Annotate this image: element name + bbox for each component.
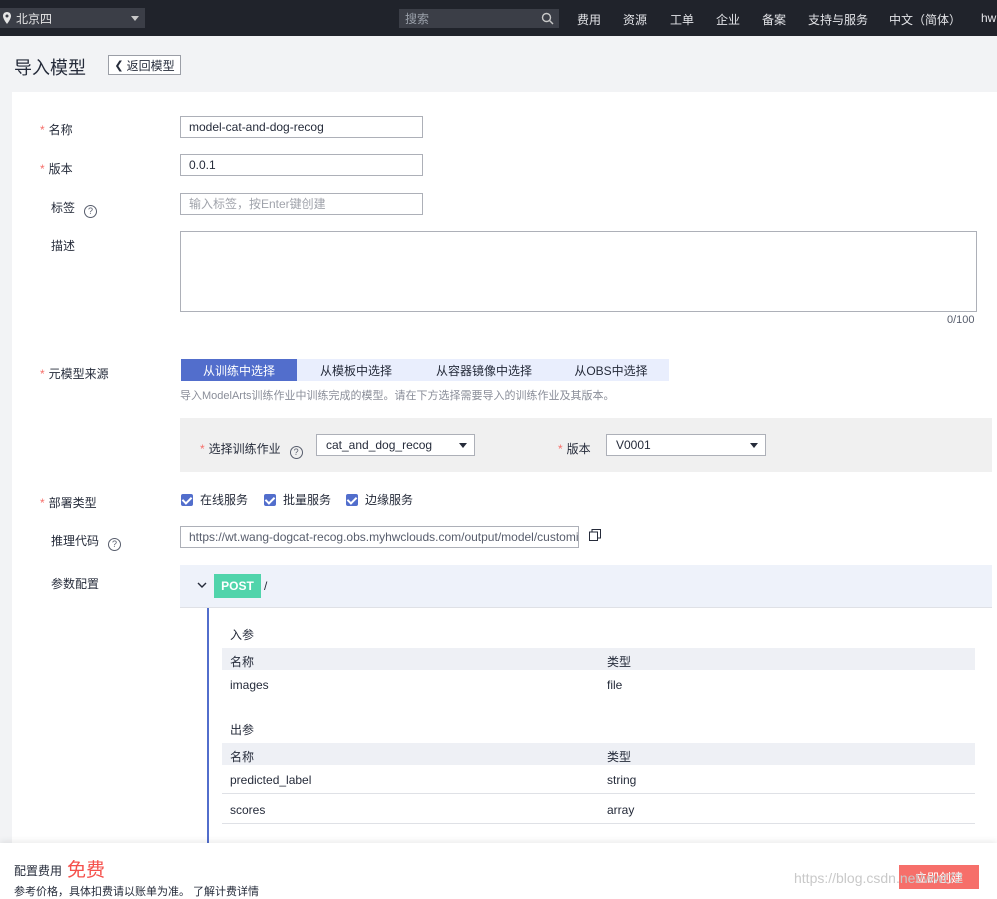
page-title: 导入模型 xyxy=(14,58,86,78)
fee-value: 免费 xyxy=(67,860,106,881)
description-textarea[interactable] xyxy=(180,231,977,312)
column-name-header: 名称 xyxy=(230,750,255,764)
checkbox-online-service[interactable]: 在线服务 xyxy=(181,491,248,508)
search-icon[interactable] xyxy=(541,12,554,25)
chevron-down-icon xyxy=(131,16,139,21)
api-accent-line xyxy=(207,608,209,844)
training-job-label: * 选择训练作业? xyxy=(200,440,303,459)
description-counter: 0/100 xyxy=(947,314,975,326)
search-placeholder: 搜索 xyxy=(405,12,430,26)
param-name: images xyxy=(230,678,269,692)
region-selector[interactable]: 北京四 xyxy=(0,8,145,28)
tab-from-obs[interactable]: 从OBS中选择 xyxy=(553,359,669,381)
checkbox-checked-icon xyxy=(181,493,193,506)
nav-billing[interactable]: 费用 xyxy=(577,11,601,28)
table-row: images file xyxy=(222,670,975,699)
watermark: https://blog.csdn.net/wwt72 xyxy=(794,870,963,886)
nav-enterprise[interactable]: 企业 xyxy=(716,11,740,28)
back-button-label: 返回模型 xyxy=(126,58,175,73)
column-name-header: 名称 xyxy=(230,655,255,669)
tags-input[interactable]: 输入标签，按Enter键创建 xyxy=(180,193,423,215)
tab-from-template[interactable]: 从模板中选择 xyxy=(297,359,415,381)
param-name: scores xyxy=(230,803,266,817)
checkbox-checked-icon xyxy=(264,493,276,506)
tab-from-training[interactable]: 从训练中选择 xyxy=(181,359,297,381)
caret-down-icon xyxy=(750,443,758,448)
deploy-type-label: * 部署类型 xyxy=(40,496,97,510)
tab-from-container-image[interactable]: 从容器镜像中选择 xyxy=(415,359,553,381)
tags-label: 标签? xyxy=(51,199,98,218)
training-job-select[interactable]: cat_and_dog_recog xyxy=(316,434,475,456)
training-job-value: cat_and_dog_recog xyxy=(326,438,433,452)
column-type-header: 类型 xyxy=(607,655,632,669)
checkbox-batch-service[interactable]: 批量服务 xyxy=(264,491,331,508)
param-name: predicted_label xyxy=(230,773,312,787)
search-input[interactable]: 搜索 xyxy=(399,9,559,28)
param-type: file xyxy=(607,678,623,692)
version-label: * 版本 xyxy=(40,162,73,176)
caret-down-icon xyxy=(459,443,467,448)
table-row: scores array xyxy=(222,795,975,824)
help-icon[interactable]: ? xyxy=(84,205,98,218)
help-icon[interactable]: ? xyxy=(108,538,122,551)
help-icon[interactable]: ? xyxy=(289,446,303,459)
region-label: 北京四 xyxy=(16,11,53,26)
table-row: predicted_label string xyxy=(222,765,975,794)
copy-icon[interactable] xyxy=(589,529,601,541)
name-label: * 名称 xyxy=(40,123,73,137)
version-input[interactable]: 0.0.1 xyxy=(180,154,423,176)
inference-code-input[interactable]: https://wt.wang-dogcat-recog.obs.myhwclo… xyxy=(180,526,579,548)
fee-note: 参考价格，具体扣费请以账单为准。 了解计费详情 xyxy=(14,886,260,898)
fee-label: 配置费用 xyxy=(14,864,63,878)
job-version-select[interactable]: V0001 xyxy=(606,434,766,456)
param-type: string xyxy=(607,773,637,787)
location-pin-icon xyxy=(3,12,11,24)
params-label: 参数配置 xyxy=(51,577,100,591)
column-type-header: 类型 xyxy=(607,750,632,764)
nav-filing[interactable]: 备案 xyxy=(762,11,786,28)
output-params-title: 出参 xyxy=(230,723,255,737)
param-type: array xyxy=(607,803,635,817)
nav-language[interactable]: 中文（简体） xyxy=(889,11,961,28)
back-to-models-button[interactable]: ❮ 返回模型 xyxy=(108,55,181,75)
input-table-header: 名称 类型 xyxy=(222,648,975,670)
nav-resources[interactable]: 资源 xyxy=(623,11,647,28)
chevron-left-icon: ❮ xyxy=(114,59,124,72)
output-table-header: 名称 类型 xyxy=(222,743,975,765)
chevron-down-icon[interactable] xyxy=(197,580,207,590)
checkbox-edge-service[interactable]: 边缘服务 xyxy=(346,491,413,508)
description-label: 描述 xyxy=(51,239,76,253)
job-version-label: * 版本 xyxy=(558,442,591,456)
nav-tickets[interactable]: 工单 xyxy=(670,11,694,28)
api-path: / xyxy=(264,579,268,593)
api-header[interactable] xyxy=(180,565,992,608)
nav-support[interactable]: 支持与服务 xyxy=(808,11,868,28)
source-label: * 元模型来源 xyxy=(40,367,109,381)
input-params-title: 入参 xyxy=(230,628,255,642)
source-hint: 导入ModelArts训练作业中训练完成的模型。请在下方选择需要导入的训练作业及… xyxy=(180,390,615,402)
name-input[interactable]: model-cat-and-dog-recog xyxy=(180,116,423,138)
job-version-value: V0001 xyxy=(616,438,651,452)
top-nav-bar: 北京四 搜索 费用 资源 工单 企业 备案 支持与服务 中文（简体） hw xyxy=(0,0,997,36)
checkbox-checked-icon xyxy=(346,493,358,506)
inference-code-label: 推理代码? xyxy=(51,532,122,551)
nav-user[interactable]: hw xyxy=(981,11,996,25)
http-method-badge: POST xyxy=(214,574,261,598)
